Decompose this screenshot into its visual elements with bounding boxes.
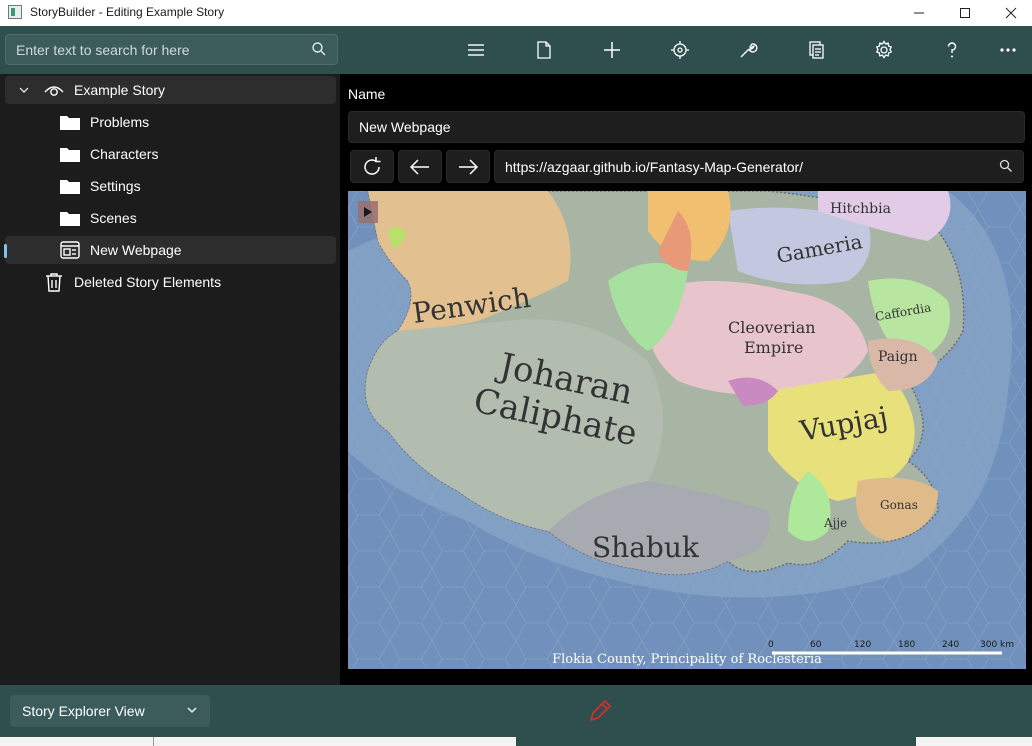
maximize-button[interactable] <box>942 0 988 26</box>
folder-icon <box>60 116 80 130</box>
more-icon <box>1000 48 1016 52</box>
tree-node-settings[interactable]: Settings <box>5 172 336 200</box>
window-title: StoryBuilder - Editing Example Story <box>30 5 225 19</box>
forward-button[interactable] <box>446 150 490 183</box>
back-button[interactable] <box>398 150 442 183</box>
refresh-icon <box>364 156 381 175</box>
webpage-icon <box>60 241 80 259</box>
tree-node-example-story[interactable]: Example Story <box>5 76 336 104</box>
help-icon <box>947 42 957 58</box>
scale-tick: 60 <box>810 640 822 650</box>
map-label-empire: Empire <box>744 338 803 357</box>
map-label-paign: Paign <box>878 349 918 365</box>
name-value: New Webpage <box>359 119 451 135</box>
settings-button[interactable] <box>870 36 898 64</box>
arrow-left-icon <box>409 158 429 175</box>
folder-icon <box>60 148 80 162</box>
name-label: Name <box>348 86 386 102</box>
minimize-button[interactable] <box>896 0 942 26</box>
map-label-hitchbia: Hitchbia <box>830 201 891 217</box>
app-window: StoryBuilder - Editing Example Story Ent… <box>0 0 1032 746</box>
search-icon[interactable] <box>311 41 327 57</box>
tree-node-label: New Webpage <box>90 242 182 258</box>
scale-tick: 0 <box>768 640 774 650</box>
url-input[interactable]: https://azgaar.github.io/Fantasy-Map-Gen… <box>494 150 1024 183</box>
scale-tick: 300 km <box>980 640 1014 650</box>
locate-button[interactable] <box>666 36 694 64</box>
strip-panel <box>516 737 916 746</box>
scale-tick: 120 <box>854 640 871 650</box>
maximize-icon <box>960 8 970 18</box>
eye-icon <box>44 86 64 96</box>
minimize-icon <box>914 12 924 14</box>
target-icon <box>671 41 689 59</box>
close-button[interactable] <box>988 0 1032 26</box>
map-label-ajje: Ajje <box>823 516 847 530</box>
tree-node-label: Example Story <box>74 82 166 98</box>
chevron-down-icon[interactable] <box>19 86 29 94</box>
tree-node-label: Deleted Story Elements <box>74 274 222 290</box>
copy-icon <box>809 41 824 59</box>
app-icon <box>8 5 22 19</box>
selection-indicator <box>4 244 7 258</box>
url-value: https://azgaar.github.io/Fantasy-Map-Gen… <box>505 159 804 175</box>
bottom-bar: Story Explorer View <box>0 685 1032 737</box>
tree-node-label: Problems <box>90 114 150 130</box>
map-label-gonas: Gonas <box>880 498 918 512</box>
folder-icon <box>60 180 80 194</box>
arrow-right-icon <box>459 158 479 175</box>
pencil-icon[interactable] <box>586 697 614 725</box>
tree-node-deleted-elements[interactable]: Deleted Story Elements <box>5 268 336 296</box>
refresh-button[interactable] <box>350 150 394 183</box>
fantasy-map[interactable]: Penwich Joharan Caliphate Shabuk Cleover… <box>348 191 1026 669</box>
new-file-button[interactable] <box>530 36 558 64</box>
tree-node-characters[interactable]: Characters <box>5 140 336 168</box>
folder-icon <box>60 212 80 226</box>
tools-button[interactable] <box>734 36 762 64</box>
menu-button[interactable] <box>462 36 490 64</box>
search-placeholder: Enter text to search for here <box>16 42 190 58</box>
command-bar: Enter text to search for here <box>0 26 1032 74</box>
new-file-icon <box>537 41 551 59</box>
search-input[interactable]: Enter text to search for here <box>5 34 338 65</box>
background-strip <box>0 737 1032 746</box>
tree-node-new-webpage[interactable]: New Webpage <box>4 236 336 264</box>
web-view[interactable]: Penwich Joharan Caliphate Shabuk Cleover… <box>348 191 1026 669</box>
view-selector[interactable]: Story Explorer View <box>10 695 210 727</box>
tree-node-problems[interactable]: Problems <box>5 108 336 136</box>
tree-node-label: Characters <box>90 146 159 162</box>
story-explorer-tree: Example Story Problems Characters Settin… <box>0 74 340 685</box>
settings-icon <box>875 40 893 59</box>
wrench-icon <box>740 43 758 58</box>
tree-node-scenes[interactable]: Scenes <box>5 204 336 232</box>
name-field[interactable]: New Webpage <box>348 111 1025 143</box>
map-label-cleoverian: Cleoverian <box>728 318 816 337</box>
strip-divider <box>153 737 154 746</box>
menu-icon <box>468 44 484 56</box>
tree-node-label: Settings <box>90 178 141 194</box>
trash-icon <box>46 273 62 292</box>
chevron-down-icon <box>187 707 197 713</box>
tree-node-label: Scenes <box>90 210 137 226</box>
view-selector-value: Story Explorer View <box>22 703 145 719</box>
add-icon <box>604 42 620 58</box>
close-icon <box>1005 7 1017 19</box>
more-button[interactable] <box>994 36 1022 64</box>
map-label-shabuk: Shabuk <box>592 531 700 564</box>
copy-button[interactable] <box>802 36 830 64</box>
scale-tick: 240 <box>942 640 959 650</box>
help-button[interactable] <box>938 36 966 64</box>
search-icon[interactable] <box>999 159 1013 173</box>
webpage-editor: Name New Webpage https://azgaar.github.i… <box>340 74 1032 685</box>
add-button[interactable] <box>598 36 626 64</box>
title-bar: StoryBuilder - Editing Example Story <box>0 0 1032 26</box>
scale-tick: 180 <box>898 640 915 650</box>
